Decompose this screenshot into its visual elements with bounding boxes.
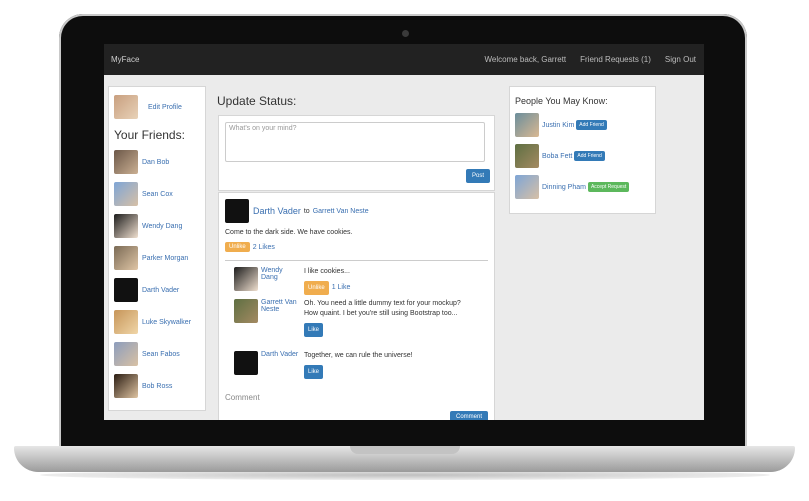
- update-status-title: Update Status:: [217, 94, 297, 108]
- avatar: [114, 374, 138, 398]
- avatar: [114, 310, 138, 334]
- comment-item: Garrett Van Neste Oh. You need a little …: [234, 299, 469, 337]
- comment-author-link[interactable]: Garrett Van Neste: [261, 299, 301, 337]
- app-screen: MyFace Welcome back, Garrett Friend Requ…: [104, 44, 704, 420]
- profile-row: Edit Profile: [114, 95, 205, 119]
- friend-item[interactable]: Luke Skywalker: [114, 310, 205, 334]
- avatar: [114, 182, 138, 206]
- post-button[interactable]: Post: [465, 169, 490, 183]
- post-recipient-link[interactable]: Garrett Van Neste: [313, 208, 369, 215]
- comment-text: Oh. You need a little dummy text for you…: [304, 300, 461, 317]
- friend-name[interactable]: Luke Skywalker: [142, 319, 191, 326]
- post-text: Come to the dark side. We have cookies.: [225, 229, 353, 236]
- avatar: [234, 351, 258, 375]
- friend-item[interactable]: Wendy Dang: [114, 214, 205, 238]
- comment-author-link[interactable]: Darth Vader: [261, 351, 301, 379]
- friend-item[interactable]: Sean Cox: [114, 182, 205, 206]
- avatar: [114, 278, 138, 302]
- suggestion-item: Dinning Pham Accept Request: [515, 174, 655, 200]
- friend-requests-link[interactable]: Friend Requests (1): [580, 55, 651, 64]
- comment-author-link[interactable]: Wendy Dang: [261, 267, 301, 295]
- friend-name[interactable]: Wendy Dang: [142, 223, 182, 230]
- avatar: [114, 246, 138, 270]
- suggestion-name[interactable]: Justin Kim: [542, 122, 574, 129]
- avatar: [114, 95, 138, 119]
- friends-title: Your Friends:: [114, 128, 185, 142]
- suggestion-item: Justin Kim Add Friend: [515, 112, 655, 138]
- suggestions-panel: People You May Know: Justin Kim Add Frie…: [509, 86, 656, 214]
- avatar: [225, 199, 249, 223]
- avatar: [515, 144, 539, 168]
- comment-like-button[interactable]: Like: [304, 323, 324, 337]
- friend-name[interactable]: Bob Ross: [142, 383, 172, 390]
- friend-name[interactable]: Darth Vader: [142, 287, 179, 294]
- suggestion-name[interactable]: Boba Fett: [542, 153, 572, 160]
- sign-out-link[interactable]: Sign Out: [665, 55, 696, 64]
- likes-count[interactable]: 2 Likes: [253, 244, 275, 251]
- brand-link[interactable]: MyFace: [111, 55, 139, 64]
- friend-name[interactable]: Sean Fabos: [142, 351, 180, 358]
- status-input[interactable]: What's on your mind?: [225, 122, 485, 162]
- unlike-button[interactable]: Unlike: [225, 242, 250, 252]
- friend-item[interactable]: Darth Vader: [114, 278, 205, 302]
- navbar: MyFace Welcome back, Garrett Friend Requ…: [104, 44, 704, 75]
- friend-item[interactable]: Bob Ross: [114, 374, 205, 398]
- comment-item: Darth Vader Together, we can rule the un…: [234, 351, 469, 379]
- friend-item[interactable]: Sean Fabos: [114, 342, 205, 366]
- pymk-title: People You May Know:: [515, 96, 608, 106]
- friend-name[interactable]: Sean Cox: [142, 191, 173, 198]
- camera-icon: [402, 30, 409, 37]
- welcome-text: Welcome back, Garrett: [484, 55, 567, 64]
- add-friend-button[interactable]: Add Friend: [574, 151, 605, 161]
- comment-unlike-button[interactable]: Unlike: [304, 281, 329, 295]
- avatar: [515, 113, 539, 137]
- comment-text: Together, we can rule the universe!: [304, 352, 413, 359]
- sidebar-panel: Edit Profile Your Friends: Dan Bob Sean …: [108, 86, 206, 411]
- suggestion-name[interactable]: Dinning Pham: [542, 184, 586, 191]
- comment-text: I like cookies...: [304, 268, 350, 275]
- feed-post: Darth Vader to Garrett Van Neste Come to…: [218, 192, 495, 420]
- comment-like-button[interactable]: Like: [304, 365, 324, 379]
- avatar: [234, 267, 258, 291]
- suggestion-item: Boba Fett Add Friend: [515, 143, 655, 169]
- add-friend-button[interactable]: Add Friend: [576, 120, 607, 130]
- post-author-link[interactable]: Darth Vader: [253, 206, 301, 216]
- accept-request-button[interactable]: Accept Request: [587, 182, 630, 192]
- divider: [225, 260, 488, 261]
- friend-name[interactable]: Parker Morgan: [142, 255, 188, 262]
- friend-item[interactable]: Parker Morgan: [114, 246, 205, 270]
- post-to-text: to: [303, 207, 310, 215]
- comment-button[interactable]: Comment: [449, 411, 488, 420]
- friend-name[interactable]: Dan Bob: [142, 159, 169, 166]
- edit-profile-link[interactable]: Edit Profile: [148, 104, 182, 111]
- friend-item[interactable]: Dan Bob: [114, 150, 205, 174]
- comment-input[interactable]: Comment: [225, 393, 260, 402]
- avatar: [114, 150, 138, 174]
- status-panel: What's on your mind? Post: [218, 115, 495, 191]
- avatar: [515, 175, 539, 199]
- avatar: [114, 214, 138, 238]
- laptop-notch: [350, 446, 460, 454]
- avatar: [114, 342, 138, 366]
- avatar: [234, 299, 258, 323]
- comment-likes-count[interactable]: 1 Like: [332, 283, 351, 293]
- comment-item: Wendy Dang I like cookies... Unlike 1 Li…: [234, 267, 469, 295]
